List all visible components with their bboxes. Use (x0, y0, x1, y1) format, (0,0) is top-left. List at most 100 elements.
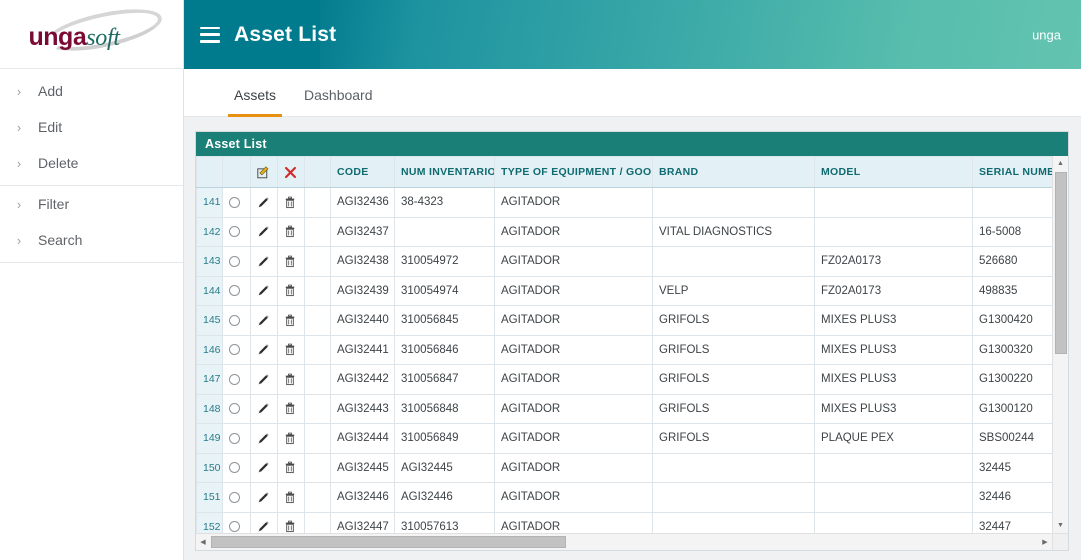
cell-brand: VELP (653, 276, 815, 306)
table-row[interactable]: 149AGI32444310056849AGITADORGRIFOLSPLAQU… (197, 424, 1069, 454)
row-delete-button[interactable] (278, 276, 305, 306)
sidebar-item-search[interactable]: › Search (0, 222, 183, 258)
toolbar-edit-button[interactable] (251, 157, 278, 188)
row-delete-button[interactable] (278, 365, 305, 395)
row-select-radio[interactable] (223, 483, 251, 513)
tab-dashboard[interactable]: Dashboard (290, 87, 387, 116)
row-select-radio[interactable] (223, 188, 251, 218)
col-header-code[interactable]: CODE (331, 157, 395, 188)
vertical-scroll-thumb[interactable] (1055, 172, 1067, 354)
row-select-radio[interactable] (223, 276, 251, 306)
row-delete-button[interactable] (278, 306, 305, 336)
row-edit-button[interactable] (251, 483, 278, 513)
horizontal-scrollbar[interactable]: ◀ ▶ (196, 533, 1068, 550)
cell-type: AGITADOR (495, 512, 653, 533)
sidebar-item-filter[interactable]: › Filter (0, 186, 183, 222)
row-select-radio[interactable] (223, 335, 251, 365)
row-edit-button[interactable] (251, 276, 278, 306)
radio-button-icon[interactable] (229, 374, 240, 385)
trash-icon (284, 373, 296, 386)
row-select-radio[interactable] (223, 453, 251, 483)
radio-button-icon[interactable] (229, 256, 240, 267)
cell-type: AGITADOR (495, 247, 653, 277)
col-header-brand[interactable]: BRAND (653, 157, 815, 188)
table-row[interactable]: 141AGI3243638-4323AGITADOR (197, 188, 1069, 218)
table-row[interactable]: 150AGI32445AGI32445AGITADOR32445 (197, 453, 1069, 483)
sidebar-item-edit[interactable]: › Edit (0, 109, 183, 145)
row-edit-button[interactable] (251, 306, 278, 336)
row-edit-button[interactable] (251, 394, 278, 424)
radio-button-icon[interactable] (229, 492, 240, 503)
row-select-radio[interactable] (223, 394, 251, 424)
cell-type: AGITADOR (495, 424, 653, 454)
trash-icon (284, 432, 296, 445)
row-spacer-cell (305, 335, 331, 365)
row-edit-button[interactable] (251, 247, 278, 277)
radio-button-icon[interactable] (229, 315, 240, 326)
radio-button-icon[interactable] (229, 197, 240, 208)
table-row[interactable]: 145AGI32440310056845AGITADORGRIFOLSMIXES… (197, 306, 1069, 336)
row-delete-button[interactable] (278, 512, 305, 533)
row-delete-button[interactable] (278, 424, 305, 454)
row-edit-button[interactable] (251, 512, 278, 533)
user-label[interactable]: unga (1032, 27, 1061, 42)
row-edit-button[interactable] (251, 335, 278, 365)
table-row[interactable]: 147AGI32442310056847AGITADORGRIFOLSMIXES… (197, 365, 1069, 395)
vertical-scrollbar[interactable]: ▲ ▼ (1052, 156, 1068, 533)
row-edit-button[interactable] (251, 453, 278, 483)
col-header-type[interactable]: TYPE OF EQUIPMENT / GOOD (495, 157, 653, 188)
row-select-radio[interactable] (223, 365, 251, 395)
radio-button-icon[interactable] (229, 226, 240, 237)
table-row[interactable]: 142AGI32437AGITADORVITAL DIAGNOSTICS16-5… (197, 217, 1069, 247)
radio-button-icon[interactable] (229, 344, 240, 355)
cell-brand (653, 483, 815, 513)
row-edit-button[interactable] (251, 188, 278, 218)
sidebar-item-add[interactable]: › Add (0, 73, 183, 109)
trash-icon (284, 343, 296, 356)
col-header-inv[interactable]: NUM INVENTARIO (395, 157, 495, 188)
table-row[interactable]: 144AGI32439310054974AGITADORVELPFZ02A017… (197, 276, 1069, 306)
row-select-radio[interactable] (223, 247, 251, 277)
row-delete-button[interactable] (278, 483, 305, 513)
scroll-right-arrow-icon[interactable]: ▶ (1038, 534, 1052, 550)
row-select-radio[interactable] (223, 512, 251, 533)
col-header-model[interactable]: MODEL (815, 157, 973, 188)
row-delete-button[interactable] (278, 453, 305, 483)
scroll-down-arrow-icon[interactable]: ▼ (1053, 518, 1068, 533)
cell-brand: GRIFOLS (653, 306, 815, 336)
cell-code: AGI32437 (331, 217, 395, 247)
row-delete-button[interactable] (278, 247, 305, 277)
row-delete-button[interactable] (278, 188, 305, 218)
cell-code: AGI32438 (331, 247, 395, 277)
row-edit-button[interactable] (251, 217, 278, 247)
row-select-radio[interactable] (223, 424, 251, 454)
radio-button-icon[interactable] (229, 433, 240, 444)
toolbar-delete-button[interactable] (278, 157, 305, 188)
row-edit-button[interactable] (251, 424, 278, 454)
sidebar-item-delete[interactable]: › Delete (0, 145, 183, 181)
radio-button-icon[interactable] (229, 285, 240, 296)
hamburger-icon[interactable] (200, 27, 220, 43)
row-select-radio[interactable] (223, 306, 251, 336)
row-delete-button[interactable] (278, 217, 305, 247)
horizontal-scroll-thumb[interactable] (211, 536, 566, 548)
scroll-left-arrow-icon[interactable]: ◀ (196, 534, 210, 550)
cell-type: AGITADOR (495, 335, 653, 365)
table-row[interactable]: 152AGI32447310057613AGITADOR32447 (197, 512, 1069, 533)
pencil-icon (257, 520, 270, 533)
scroll-up-arrow-icon[interactable]: ▲ (1053, 156, 1068, 171)
row-delete-button[interactable] (278, 394, 305, 424)
radio-button-icon[interactable] (229, 521, 240, 532)
table-row[interactable]: 143AGI32438310054972AGITADORFZ02A0173526… (197, 247, 1069, 277)
row-select-radio[interactable] (223, 217, 251, 247)
row-delete-button[interactable] (278, 335, 305, 365)
table-row[interactable]: 146AGI32441310056846AGITADORGRIFOLSMIXES… (197, 335, 1069, 365)
row-edit-button[interactable] (251, 365, 278, 395)
cell-brand: GRIFOLS (653, 394, 815, 424)
tab-assets[interactable]: Assets (220, 87, 290, 116)
radio-button-icon[interactable] (229, 462, 240, 473)
table-row[interactable]: 148AGI32443310056848AGITADORGRIFOLSMIXES… (197, 394, 1069, 424)
brand-logo[interactable]: ungasoft (0, 0, 183, 69)
radio-button-icon[interactable] (229, 403, 240, 414)
table-row[interactable]: 151AGI32446AGI32446AGITADOR32446 (197, 483, 1069, 513)
